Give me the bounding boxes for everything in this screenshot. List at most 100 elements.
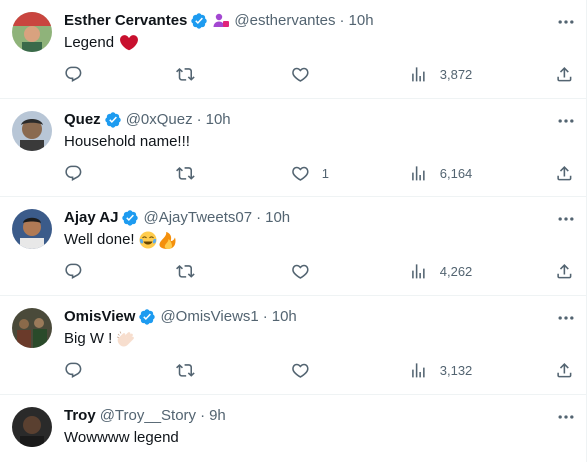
views-chart-icon (409, 65, 428, 84)
share-button[interactable] (555, 360, 574, 380)
like-button[interactable] (291, 360, 322, 380)
separator-dot: · (262, 308, 268, 325)
tweet-actions: 3,872 (64, 64, 574, 84)
author-handle[interactable]: @OmisViews1 (160, 307, 258, 327)
author-handle[interactable]: @Troy__Story (100, 406, 196, 426)
share-button[interactable] (555, 163, 574, 183)
tweet-text: Big W ! (64, 329, 135, 349)
verified-badge-icon (121, 209, 139, 227)
verified-badge-icon (138, 308, 156, 326)
tweet-text: Household name!!! (64, 132, 190, 152)
author-name[interactable]: Quez (64, 110, 101, 130)
view-count: 4,262 (439, 263, 473, 279)
avatar[interactable] (12, 308, 52, 348)
separator-dot: · (256, 209, 262, 226)
reply-button[interactable] (64, 261, 83, 281)
face-with-tears-of-joy-emoji (139, 231, 157, 249)
red-heart-emoji (120, 35, 139, 51)
retweet-button[interactable] (176, 163, 195, 183)
like-button[interactable] (291, 261, 322, 281)
tweet-text: Legend (64, 33, 139, 53)
avatar[interactable] (12, 209, 52, 249)
tweet-header: Esther Cervantes @esthervantes · 10h (64, 11, 374, 31)
author-handle[interactable]: @AjayTweets07 (143, 208, 252, 228)
more-dots-icon[interactable] (556, 407, 576, 427)
views-chart-icon (409, 164, 428, 183)
reply-feed: Esther Cervantes @esthervantes · 10h Leg… (0, 0, 587, 462)
more-dots-icon[interactable] (556, 308, 576, 328)
tweet-time[interactable]: 10h (272, 307, 297, 327)
author-handle[interactable]: @esthervantes (234, 11, 335, 31)
views-button[interactable]: 6,164 (409, 163, 472, 183)
tweet-ajay[interactable]: Ajay AJ @AjayTweets07 · 10h Well done! 4… (0, 197, 586, 296)
fire-emoji (159, 231, 176, 249)
tweet-time[interactable]: 10h (206, 110, 231, 130)
tweet-text: Wowwww legend (64, 428, 179, 448)
tweet-text-content: Well done! (64, 231, 135, 248)
retweet-button[interactable] (176, 360, 195, 380)
author-name[interactable]: OmisView (64, 307, 135, 327)
heart-icon (291, 361, 310, 380)
author-name[interactable]: Esther Cervantes (64, 11, 187, 31)
verified-badge-icon (190, 12, 208, 30)
tweet-actions: 4,262 (64, 261, 574, 281)
share-icon (555, 262, 574, 281)
tweet-esther[interactable]: Esther Cervantes @esthervantes · 10h Leg… (0, 0, 586, 99)
tweet-header: Ajay AJ @AjayTweets07 · 10h (64, 208, 290, 228)
tweet-time[interactable]: 9h (209, 406, 226, 426)
avatar[interactable] (12, 407, 52, 447)
tweet-troy[interactable]: Troy @Troy__Story · 9h Wowwww legend (0, 395, 586, 462)
share-icon (555, 65, 574, 84)
person-badge-icon (213, 13, 230, 27)
reply-button[interactable] (64, 163, 83, 183)
more-dots-icon[interactable] (556, 12, 576, 32)
retweet-button[interactable] (176, 261, 195, 281)
heart-icon (291, 262, 310, 281)
reply-button[interactable] (64, 64, 83, 84)
tweet-text-content: Legend (64, 34, 115, 51)
tweet-actions: 1 6,164 (64, 163, 574, 183)
like-button[interactable] (291, 64, 322, 84)
views-button[interactable]: 3,132 (409, 360, 472, 380)
share-button[interactable] (555, 261, 574, 281)
tweet-quez[interactable]: Quez @0xQuez · 10h Household name!!! 1 6… (0, 99, 586, 197)
tweet-header: Quez @0xQuez · 10h (64, 110, 231, 130)
tweet-text: Well done! (64, 230, 176, 250)
like-count: 1 (321, 165, 329, 181)
heart-icon (291, 164, 310, 183)
view-count: 3,132 (439, 362, 473, 378)
tweet-header: Troy @Troy__Story · 9h (64, 406, 226, 426)
reply-icon (64, 361, 83, 380)
author-name[interactable]: Troy (64, 406, 96, 426)
views-chart-icon (409, 361, 428, 380)
reply-icon (64, 65, 83, 84)
more-dots-icon[interactable] (556, 111, 576, 131)
avatar[interactable] (12, 111, 52, 151)
author-name[interactable]: Ajay AJ (64, 208, 118, 228)
like-button[interactable]: 1 (291, 163, 329, 183)
heart-icon (291, 65, 310, 84)
author-handle[interactable]: @0xQuez (126, 110, 193, 130)
view-count: 6,164 (439, 165, 473, 181)
more-dots-icon[interactable] (556, 209, 576, 229)
share-button[interactable] (555, 64, 574, 84)
views-chart-icon (409, 262, 428, 281)
tweet-omisview[interactable]: OmisView @OmisViews1 · 10h Big W ! 3,132 (0, 296, 586, 395)
tweet-time[interactable]: 10h (265, 208, 290, 228)
retweet-icon (176, 164, 195, 183)
reply-icon (64, 262, 83, 281)
reply-button[interactable] (64, 360, 83, 380)
avatar[interactable] (12, 12, 52, 52)
retweet-icon (176, 65, 195, 84)
tweet-time[interactable]: 10h (349, 11, 374, 31)
separator-dot: · (339, 12, 345, 29)
tweet-text-content: Big W ! (64, 330, 113, 347)
views-button[interactable]: 3,872 (409, 64, 472, 84)
tweet-actions: 3,132 (64, 360, 574, 380)
views-button[interactable]: 4,262 (409, 261, 472, 281)
separator-dot: · (196, 111, 202, 128)
share-icon (555, 361, 574, 380)
clapping-hands-emoji (117, 331, 135, 347)
retweet-icon (176, 361, 195, 380)
retweet-button[interactable] (176, 64, 195, 84)
